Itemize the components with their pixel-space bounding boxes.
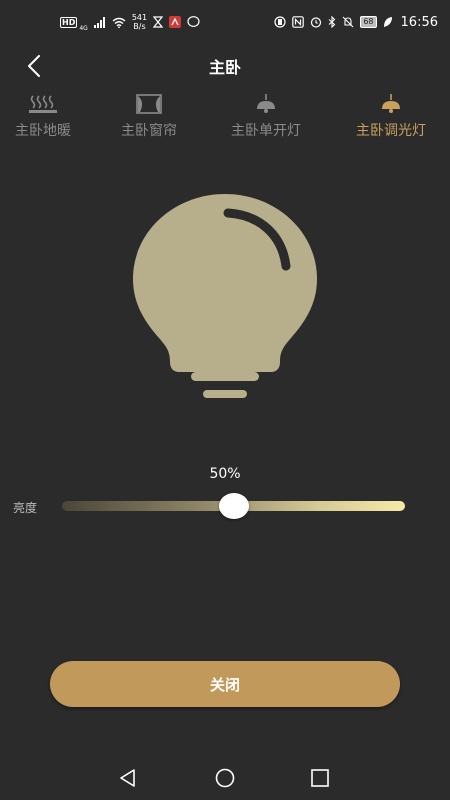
system-nav-bar [0,752,450,800]
tab-floor-heating[interactable]: 主卧地暖 [8,92,78,140]
nav-recent-icon[interactable] [308,766,332,790]
nav-back-icon[interactable] [116,766,140,790]
tab-dimmer-light[interactable]: 主卧调光灯 [346,92,436,140]
tab-label: 主卧窗帘 [121,123,177,139]
hourglass-icon [153,16,164,28]
app-notification-icon [169,16,182,28]
speed-value: 541 [131,13,148,22]
floor-heating-icon [27,92,59,116]
tab-label: 主卧调光灯 [356,123,426,139]
status-left: HD 4G 541 B/s [60,12,200,32]
wifi-icon [112,17,126,28]
tab-single-light[interactable]: 主卧单开灯 [221,92,311,140]
status-right: 68 16:56 [274,15,438,30]
tab-label: 主卧地暖 [15,123,71,139]
light-bulb-icon[interactable] [132,192,318,404]
header: 主卧 [0,44,450,88]
back-button[interactable] [22,54,46,78]
network-type: 4G [79,25,88,32]
tab-curtain[interactable]: 主卧窗帘 [114,92,184,140]
alarm-icon [311,17,322,28]
nfc-icon [292,16,305,28]
slider-thumb[interactable] [218,493,249,519]
leaf-icon [383,17,392,27]
vibrate-icon [274,16,286,28]
hd-badge: HD [60,16,78,28]
device-tabs: 主卧地暖 主卧窗帘 主卧单开灯 主卧调光灯 [0,92,450,148]
chevron-left-icon [28,55,40,77]
signal-icon [93,16,105,28]
brightness-slider[interactable] [62,493,405,519]
network-speed: 541 B/s [132,13,147,31]
ceiling-lamp-icon [250,92,282,116]
dimmer-lamp-icon [375,92,407,116]
nav-home-icon[interactable] [213,766,237,790]
clock: 16:56 [400,14,438,30]
brightness-percent: 50% [209,466,241,482]
chat-bubble-icon [187,16,200,27]
page-title: 主卧 [208,58,241,77]
brightness-label: 亮度 [13,501,38,515]
bluetooth-icon [328,16,336,28]
off-button[interactable]: 关闭 [50,661,400,707]
speed-unit: B/s [133,22,146,31]
battery-icon: 68 [360,16,377,28]
status-bar: HD 4G 541 B/s 68 16:56 [0,0,450,44]
tab-label: 主卧单开灯 [231,123,301,139]
curtain-icon [133,92,165,116]
mute-icon [342,16,354,28]
